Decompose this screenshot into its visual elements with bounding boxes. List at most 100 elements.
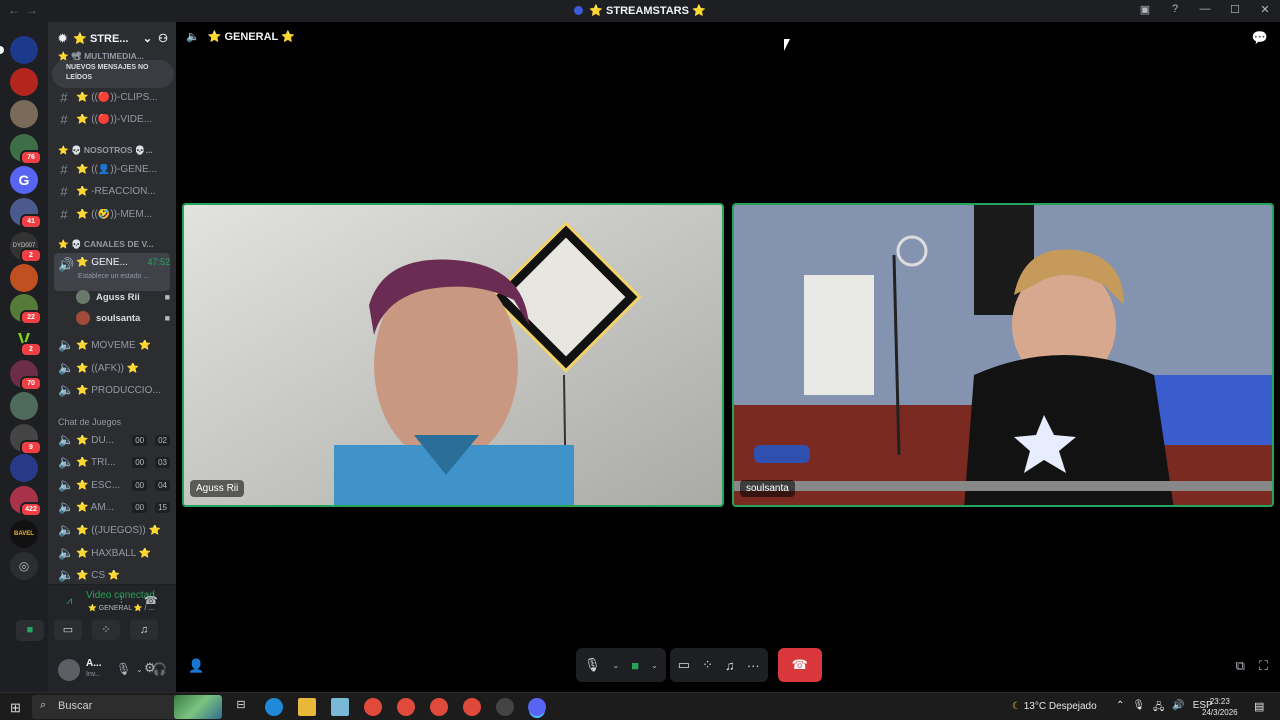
discover-icon[interactable]: ◎ xyxy=(10,552,38,580)
microphone-icon[interactable]: 🎙 xyxy=(584,657,601,673)
task-view-icon[interactable]: ⊟ xyxy=(232,698,250,716)
file-explorer-icon[interactable] xyxy=(298,698,316,716)
activities-button[interactable]: ⁘ xyxy=(92,620,120,640)
voice-user[interactable]: soulsanta ■ xyxy=(76,309,170,327)
server-bavel[interactable]: BAVEL xyxy=(10,520,38,548)
channel-cs[interactable]: 🔈 ⭐ CS ⭐ xyxy=(54,565,170,585)
app-icon[interactable] xyxy=(331,698,349,716)
popout-icon[interactable]: ⧉ xyxy=(1236,658,1245,674)
server-4[interactable]: 76 xyxy=(10,134,42,165)
minimize-button[interactable]: — xyxy=(1198,3,1212,16)
server-12[interactable] xyxy=(10,392,38,420)
channel-moveme[interactable]: 🔈 ⭐ MOVEME ⭐ xyxy=(54,335,170,355)
help-icon[interactable]: ? xyxy=(1168,3,1182,16)
server-streamstars[interactable] xyxy=(0,36,38,64)
server-6[interactable]: 41 xyxy=(10,198,42,229)
chevron-down-icon: ⌄ xyxy=(142,32,153,45)
server-2[interactable] xyxy=(10,68,38,96)
channel-clips[interactable]: # ⭐ ((🔴))-CLIPS... xyxy=(54,87,170,107)
channel-tri[interactable]: 🔈 ⭐ TRI... 00 03 xyxy=(54,452,170,472)
microphone-icon[interactable]: 🎙 xyxy=(1132,700,1145,717)
close-button[interactable]: ✕ xyxy=(1258,3,1272,16)
guild-header[interactable]: ✹ ⭐ STRE... ⌄ ⚇ xyxy=(48,22,176,54)
channel-general-voice[interactable]: 🔊 ⭐ GENE... 47:52 Establece un estado ..… xyxy=(54,253,170,291)
clock[interactable]: 23:23 24/3/2026 xyxy=(1202,696,1238,718)
category-nosotros[interactable]: ⭐ 💀 NOSOTROS 💀... xyxy=(58,145,153,156)
server-v[interactable]: V2 xyxy=(10,326,42,357)
hang-up-button[interactable]: ☎ xyxy=(777,648,822,682)
chrome-icon[interactable] xyxy=(364,698,382,716)
chrome-icon[interactable] xyxy=(430,698,448,716)
server-13[interactable]: 9 xyxy=(10,424,42,455)
server-11[interactable]: 70 xyxy=(10,360,42,391)
chevron-down-icon[interactable]: ⌄ xyxy=(613,661,620,670)
inbox-icon[interactable]: ▣ xyxy=(1138,3,1152,16)
video-tile-soulsanta[interactable]: soulsanta xyxy=(732,203,1274,507)
settings-gear-icon[interactable]: ⚙ xyxy=(144,660,156,676)
weather[interactable]: ☾ 13°C Despejado xyxy=(1012,701,1097,712)
microphone-icon[interactable]: 🎙 xyxy=(116,662,131,676)
channel-memes[interactable]: # ⭐ ((🤣))-MEM... xyxy=(54,204,170,224)
channel-general-text[interactable]: # ⭐ ((👤))-GENE... xyxy=(54,159,170,179)
voice-user[interactable]: Aguss Rii ■ xyxy=(76,288,170,306)
channel-label: ⭐ GENE... xyxy=(76,257,128,268)
noise-suppression-icon[interactable]: ⫶ xyxy=(120,595,123,606)
network-icon[interactable]: 🖧 xyxy=(1153,700,1164,717)
volume-icon[interactable]: 🔊 xyxy=(1172,700,1184,717)
avatar[interactable] xyxy=(58,659,80,681)
chrome-icon[interactable] xyxy=(463,698,481,716)
channel-du[interactable]: 🔈 ⭐ DU... 00 02 xyxy=(54,430,170,450)
chevron-down-icon[interactable]: ⌄ xyxy=(136,665,143,674)
windows-start-icon[interactable]: ⊞ xyxy=(10,700,21,716)
channel-afk[interactable]: 🔈 ⭐ ((AFK)) ⭐ xyxy=(54,358,170,378)
fullscreen-icon[interactable]: ⛶ xyxy=(1259,658,1268,674)
chevron-up-icon[interactable]: ⌃ xyxy=(1116,700,1124,717)
soundboard-icon[interactable]: ♫ xyxy=(725,658,735,673)
channel-juegos[interactable]: 🔈 ⭐ ((JUEGOS)) ⭐ xyxy=(54,520,170,540)
server-8[interactable] xyxy=(10,264,38,292)
user-name[interactable]: A... xyxy=(86,658,102,669)
server-3[interactable] xyxy=(10,100,38,128)
obs-icon[interactable] xyxy=(496,698,514,716)
maximize-button[interactable]: ☐ xyxy=(1228,3,1242,16)
discord-icon[interactable] xyxy=(528,698,546,716)
server-9[interactable]: 22 xyxy=(10,294,42,325)
channel-reacciones[interactable]: # ⭐ -REACCION... xyxy=(54,181,170,201)
server-g[interactable]: G xyxy=(10,166,38,194)
notification-icon[interactable]: ▤ xyxy=(1254,700,1264,713)
edge-icon[interactable] xyxy=(265,698,283,716)
soundboard-button[interactable]: ♫ xyxy=(130,620,158,640)
speaker-icon: 🔈 xyxy=(58,567,75,582)
chrome-icon[interactable] xyxy=(397,698,415,716)
speaker-icon: 🔈 xyxy=(58,337,75,352)
camera-icon[interactable]: ■ xyxy=(631,658,639,673)
channel-produccion[interactable]: 🔈 ⭐ PRODUCCIO... xyxy=(54,380,170,400)
invite-icon[interactable]: ⚇ xyxy=(158,32,168,45)
channel-videos[interactable]: # ⭐ ((🔴))-VIDE... xyxy=(54,109,170,129)
weather-text: 13°C Despejado xyxy=(1023,701,1097,712)
channel-esc[interactable]: 🔈 ⭐ ESC... 00 04 xyxy=(54,475,170,495)
category-chat-juegos[interactable]: Chat de Juegos xyxy=(58,417,121,427)
chat-bubble-icon[interactable]: 💬 xyxy=(1252,30,1268,46)
call-header: 🔈 ⭐ GENERAL ⭐ xyxy=(186,30,295,43)
signal-icon[interactable]: ⩘ xyxy=(66,595,72,608)
share-screen-icon[interactable]: ▭ xyxy=(678,657,690,673)
share-screen-button[interactable]: ▭ xyxy=(54,620,82,640)
invite-to-call-icon[interactable]: 👤 xyxy=(188,658,204,674)
channel-am[interactable]: 🔈 ⭐ AM... 00 15 xyxy=(54,497,170,517)
new-messages-banner[interactable]: NUEVOS MENSAJES NO LEÍDOS xyxy=(52,60,174,88)
camera-toggle-button[interactable]: ■ xyxy=(16,620,44,640)
channel-status[interactable]: Establece un estado ... xyxy=(78,273,149,280)
activities-icon[interactable]: ⁘ xyxy=(702,657,713,673)
category-canales-voz[interactable]: ⭐ 💀 CANALES DE V... xyxy=(58,239,153,250)
more-icon[interactable]: ··· xyxy=(747,658,760,673)
disconnect-icon[interactable]: ☎ xyxy=(144,594,158,607)
channel-haxball[interactable]: 🔈 ⭐ HAXBALL ⭐ xyxy=(54,543,170,563)
channel-label: ⭐ ((🤣))-MEM... xyxy=(76,208,152,220)
server-dyd[interactable]: DYD007 2 xyxy=(10,232,42,263)
chevron-down-icon[interactable]: ⌄ xyxy=(651,661,658,670)
video-tile-aguss[interactable]: Aguss Rii xyxy=(182,203,724,507)
server-14[interactable] xyxy=(10,454,38,482)
taskbar-search[interactable]: ⌕ Buscar xyxy=(32,695,222,719)
server-15[interactable]: 422 xyxy=(10,486,42,517)
